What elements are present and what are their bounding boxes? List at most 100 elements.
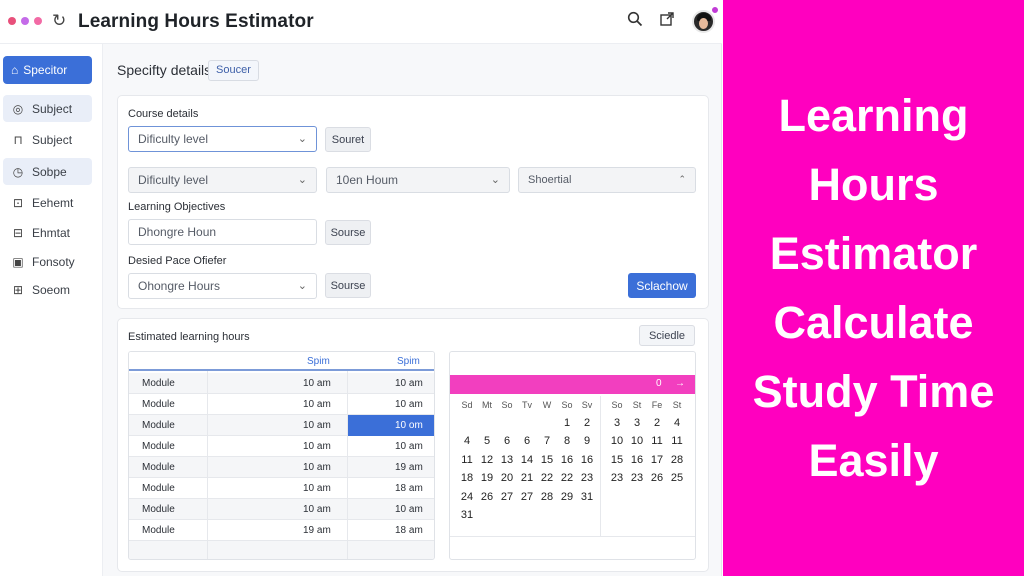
calendar-day[interactable]: 15	[537, 454, 557, 466]
calendar-day[interactable]: 14	[517, 454, 537, 466]
calendar-day[interactable]: 31	[457, 509, 477, 521]
calendar-day[interactable]: 3	[627, 417, 647, 429]
calendar-day[interactable]: 29	[557, 491, 577, 503]
sidebar-primary-button[interactable]: ⌂ Specitor	[3, 56, 92, 84]
module-name-cell: Module	[142, 483, 175, 494]
sidebar-item-5[interactable]: ▣ Fonsoty	[3, 248, 92, 275]
hours-cell: 18 am	[395, 483, 423, 494]
table-row[interactable]: Module 10 am 10 am	[129, 499, 434, 520]
course-source-button[interactable]: Souret	[325, 127, 371, 152]
sidebar-item-2[interactable]: ◷ Sobpe	[3, 158, 92, 185]
calendar-day[interactable]: 6	[497, 435, 517, 447]
calendar-day[interactable]: 8	[557, 435, 577, 447]
calendar-day[interactable]: 3	[607, 417, 627, 429]
pace-source-button[interactable]: Sourse	[325, 273, 371, 298]
table-row[interactable]: Module 10 am 10 am	[129, 394, 434, 415]
calendar-day[interactable]: 27	[497, 491, 517, 503]
calendar-day[interactable]: 16	[577, 454, 597, 466]
table-row[interactable]: Module 19 am 18 am	[129, 520, 434, 541]
promo-line: Learning	[778, 90, 969, 141]
calendar-day[interactable]: 15	[607, 454, 627, 466]
schedule-view-button[interactable]: Sciedle	[639, 325, 695, 346]
calendar-day[interactable]: 16	[557, 454, 577, 466]
table-row[interactable]: Module 10 am 10 om	[129, 415, 434, 436]
calendar-day[interactable]: 31	[577, 491, 597, 503]
sidebar-item-4[interactable]: ⊟ Ehmtat	[3, 219, 92, 246]
notification-dot	[711, 6, 719, 14]
table-row[interactable]: Module 10 am 10 am	[129, 436, 434, 457]
sidebar-item-3[interactable]: ⊡ Eehemt	[3, 189, 92, 216]
calendar-day[interactable]: 17	[647, 454, 667, 466]
objectives-input[interactable]: Dhongre Houn	[128, 219, 317, 245]
calendar-day[interactable]: 25	[667, 472, 687, 484]
calendar-day[interactable]: 22	[537, 472, 557, 484]
hours-select[interactable]: 10en Houm ⌄	[326, 167, 510, 193]
column-header[interactable]: Spim	[397, 356, 420, 367]
table-row[interactable]: Module 10 am 19 am	[129, 457, 434, 478]
sidebar-item-0[interactable]: ◎ Subject	[3, 95, 92, 122]
chevron-down-icon: ⌄	[297, 280, 307, 292]
weekday-label: St	[632, 400, 642, 410]
calendar-day[interactable]: 10	[607, 435, 627, 447]
shortlist-select[interactable]: Shoertial ⌃	[518, 167, 696, 193]
calendar-day[interactable]: 6	[517, 435, 537, 447]
calendar-day[interactable]: 11	[457, 454, 477, 466]
calendar-day[interactable]: 28	[667, 454, 687, 466]
calendar-day[interactable]: 23	[627, 472, 647, 484]
window-dot-close[interactable]	[8, 17, 16, 25]
reload-icon[interactable]: ↻	[52, 11, 66, 31]
clock-icon: ◷	[12, 164, 24, 179]
calendar-day[interactable]: 1	[557, 417, 577, 429]
column-header[interactable]: Spim	[307, 356, 330, 367]
sidebar-item-label: Sobpe	[32, 164, 67, 179]
module-name-cell: Module	[142, 441, 175, 452]
sidebar-item-6[interactable]: ⊞ Soeom	[3, 276, 92, 303]
calendar-day[interactable]: 10	[627, 435, 647, 447]
sidebar-item-1[interactable]: ⊓ Subject	[3, 126, 92, 153]
calendar-day[interactable]: 11	[647, 435, 667, 447]
source-chip[interactable]: Soucer	[208, 60, 259, 81]
calendar-day[interactable]: 2	[647, 417, 667, 429]
pace-select[interactable]: Ohongre Hours ⌄	[128, 273, 317, 299]
window-dot-maximize[interactable]	[34, 17, 42, 25]
table-row[interactable]: Module 10 am 10 am	[129, 373, 434, 394]
module-name-cell: Module	[142, 378, 175, 389]
calendar-day[interactable]: 24	[457, 491, 477, 503]
window-dot-minimize[interactable]	[21, 17, 29, 25]
schedule-button[interactable]: Sclachow	[628, 273, 696, 298]
search-icon[interactable]	[627, 11, 643, 32]
difficulty-level-select[interactable]: Dificulty level ⌄	[128, 167, 317, 193]
calendar-day[interactable]: 7	[537, 435, 557, 447]
circle-icon: ◎	[12, 101, 24, 116]
calendar-day[interactable]: 28	[537, 491, 557, 503]
calendar-nav-value[interactable]: 0	[656, 378, 662, 389]
avatar[interactable]	[692, 10, 715, 33]
sidebar-primary-label: Specitor	[23, 63, 68, 77]
table-row[interactable]: Module 10 am 18 am	[129, 478, 434, 499]
calendar-day[interactable]: 9	[577, 435, 597, 447]
calendar-day[interactable]: 27	[517, 491, 537, 503]
calendar-day[interactable]: 20	[497, 472, 517, 484]
sidebar-item-label: Eehemt	[32, 195, 74, 210]
calendar-day[interactable]: 21	[517, 472, 537, 484]
calendar-day[interactable]: 26	[477, 491, 497, 503]
table-row[interactable]	[129, 541, 434, 559]
calendar-day[interactable]: 11	[667, 435, 687, 447]
objectives-source-button[interactable]: Sourse	[325, 220, 371, 245]
calendar-day[interactable]: 5	[477, 435, 497, 447]
calendar-day[interactable]: 23	[577, 472, 597, 484]
difficulty-select[interactable]: Dificulty level ⌄	[128, 126, 317, 152]
calendar-day[interactable]: 4	[457, 435, 477, 447]
calendar-day[interactable]: 22	[557, 472, 577, 484]
arrow-right-icon[interactable]: →	[675, 378, 685, 389]
share-icon[interactable]	[659, 11, 675, 32]
calendar-day[interactable]: 23	[607, 472, 627, 484]
calendar-day[interactable]: 19	[477, 472, 497, 484]
calendar-day[interactable]: 13	[497, 454, 517, 466]
calendar-day[interactable]: 18	[457, 472, 477, 484]
calendar-day[interactable]: 26	[647, 472, 667, 484]
calendar-day[interactable]: 2	[577, 417, 597, 429]
calendar-day[interactable]: 4	[667, 417, 687, 429]
calendar-day[interactable]: 16	[627, 454, 647, 466]
calendar-day[interactable]: 12	[477, 454, 497, 466]
